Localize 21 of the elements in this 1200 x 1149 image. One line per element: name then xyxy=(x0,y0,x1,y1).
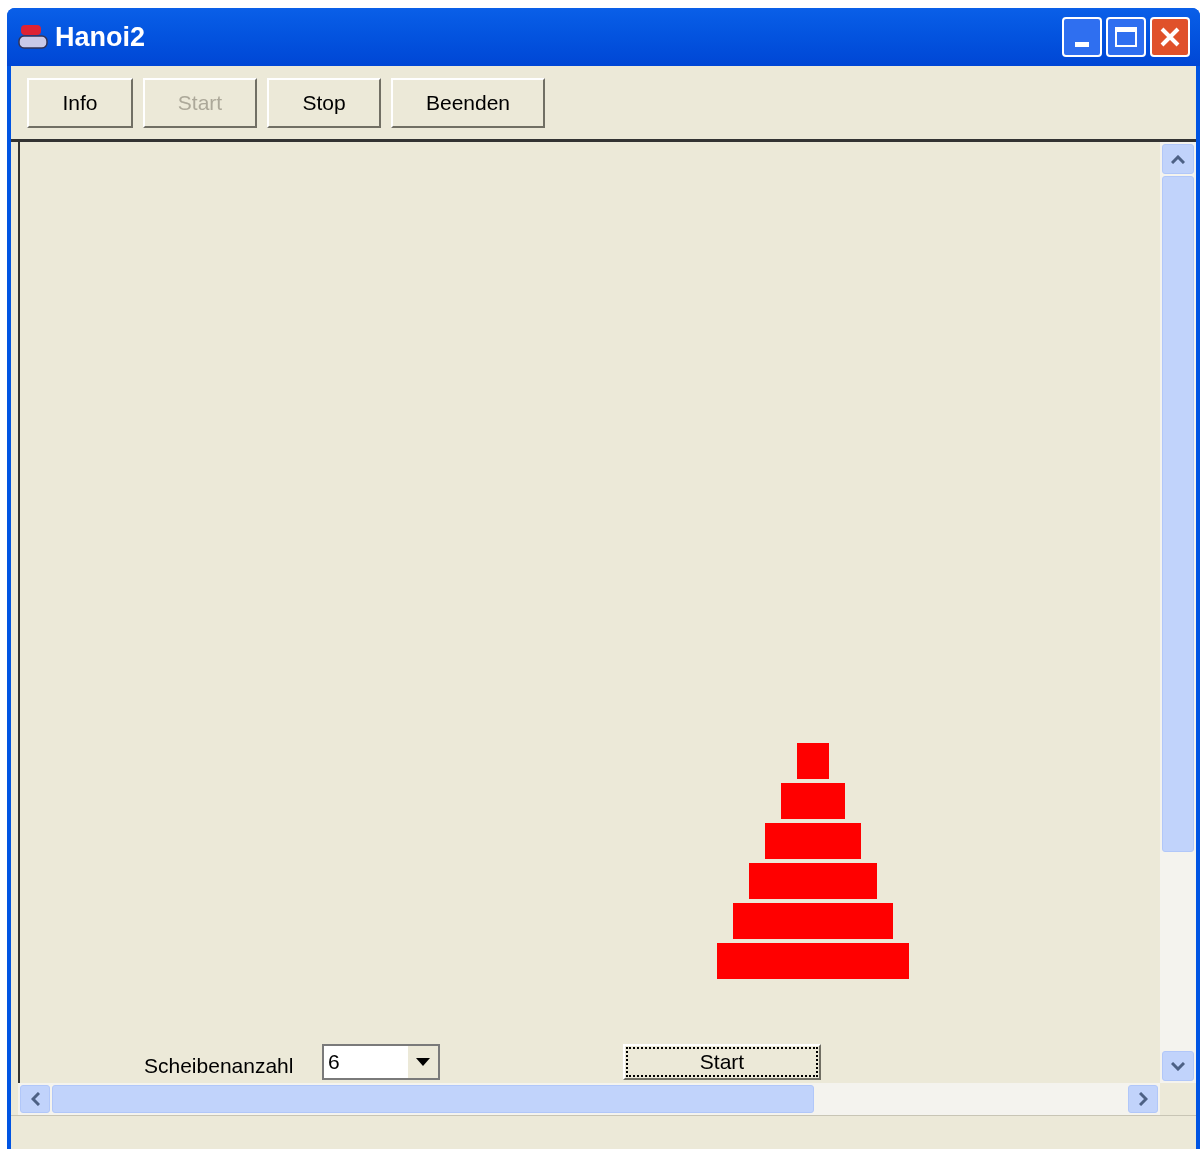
maximize-button[interactable] xyxy=(1106,17,1146,57)
app-icon xyxy=(17,22,49,52)
disk-count-label: Scheibenanzahl xyxy=(144,1053,294,1079)
scroll-thumb[interactable] xyxy=(1162,176,1194,852)
start-button[interactable]: Start xyxy=(623,1044,821,1080)
toolbar-button[interactable]: Stop xyxy=(267,77,381,128)
scroll-thumb[interactable] xyxy=(52,1085,814,1113)
toolbar-button[interactable]: Beenden xyxy=(391,77,545,128)
toolbar-button[interactable]: Info xyxy=(27,77,133,128)
scroll-right-button[interactable] xyxy=(1128,1085,1158,1113)
close-button[interactable] xyxy=(1150,17,1190,57)
disk-count-dropdown[interactable]: 6 xyxy=(322,1044,440,1080)
minimize-button[interactable] xyxy=(1062,17,1102,57)
horizontal-scrollbar[interactable] xyxy=(18,1083,1160,1115)
scroll-down-button[interactable] xyxy=(1162,1051,1194,1081)
scroll-up-button[interactable] xyxy=(1162,144,1194,174)
vertical-scrollbar[interactable] xyxy=(1160,142,1196,1083)
window-title: Hanoi2 xyxy=(55,20,146,54)
dropdown-arrow-icon xyxy=(416,1058,430,1066)
close-icon xyxy=(1159,26,1181,48)
scroll-left-button[interactable] xyxy=(20,1085,50,1113)
